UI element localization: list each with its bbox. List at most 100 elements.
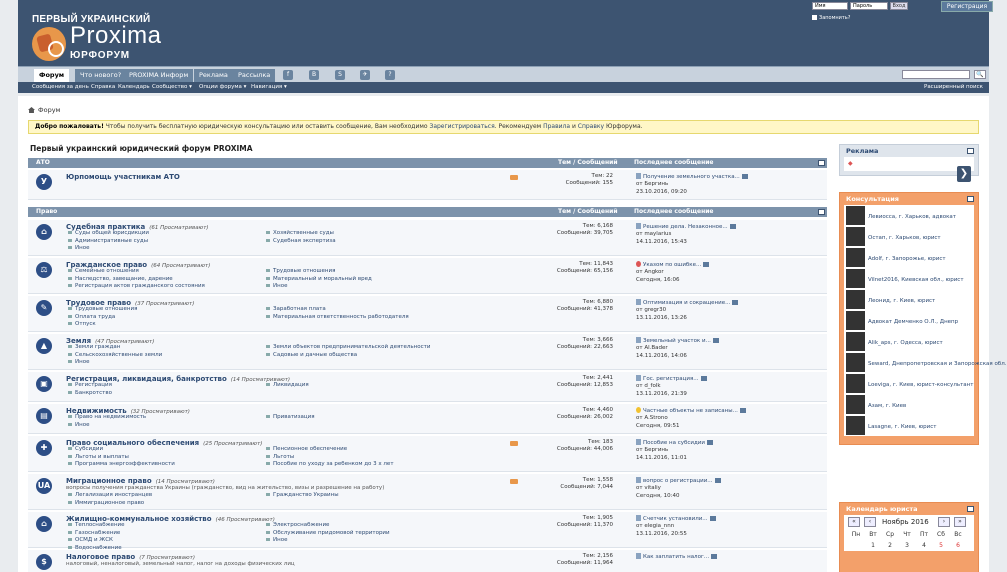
subforum-link[interactable]: Льготы: [266, 454, 294, 460]
subforum-link[interactable]: Приватизация: [266, 414, 315, 420]
go-to-post-icon[interactable]: [711, 553, 718, 559]
subforum-link[interactable]: Право на недвижимость: [68, 414, 146, 420]
subforum-link[interactable]: Регистрация: [68, 382, 112, 388]
help-link[interactable]: Справку: [578, 123, 604, 130]
subnav-help[interactable]: Справка: [91, 84, 115, 90]
go-to-post-icon[interactable]: [739, 407, 746, 413]
breadcrumb[interactable]: Форум: [28, 106, 60, 114]
help-icon[interactable]: ?: [385, 70, 395, 80]
subforum-link[interactable]: Иное: [266, 283, 287, 289]
avatar[interactable]: [846, 248, 865, 267]
subforum-link[interactable]: Административные суды: [68, 238, 148, 244]
consultant-item[interactable]: Adolf, г. Запорожье, юрист: [844, 247, 974, 268]
subforum-link[interactable]: Пенсионное обеспечение: [266, 446, 347, 452]
consultant-item[interactable]: Азам, г. Киев: [844, 394, 974, 415]
advanced-search-link[interactable]: Расширенный поиск: [924, 84, 983, 90]
username-input[interactable]: [812, 2, 848, 10]
subforum-link[interactable]: Электроснабжение: [266, 522, 329, 528]
collapse-icon[interactable]: [818, 160, 825, 166]
last-post-link[interactable]: Оптимизация и сокращение...: [636, 300, 730, 306]
sidebar-toggle-icon[interactable]: ❯: [957, 166, 971, 182]
remember-checkbox[interactable]: [812, 15, 817, 20]
calendar-prev-month-button[interactable]: ‹: [864, 517, 876, 527]
calendar-next-month-button[interactable]: ›: [938, 517, 950, 527]
avatar[interactable]: [846, 374, 865, 393]
register-button[interactable]: Регистрация: [941, 1, 993, 12]
skype-icon[interactable]: S: [335, 70, 345, 80]
subforum-link[interactable]: Субсидии: [68, 446, 103, 452]
last-post-author[interactable]: от d_folk: [636, 383, 707, 391]
tab-forum[interactable]: Форум: [34, 69, 71, 82]
subforum-link[interactable]: Регистрация актов гражданского состояния: [68, 283, 205, 289]
subnav-calendar[interactable]: Календарь: [118, 84, 150, 90]
last-post-author[interactable]: от gregr30: [636, 307, 738, 315]
last-post-author[interactable]: от A.Strono: [636, 415, 746, 423]
subforum-link[interactable]: Иное: [68, 245, 89, 251]
subforum-link[interactable]: Иное: [68, 359, 89, 365]
go-to-post-icon[interactable]: [732, 299, 739, 305]
last-post-link[interactable]: Земельный участок и...: [636, 338, 711, 344]
search-icon[interactable]: 🔍: [974, 70, 986, 79]
subforum-link[interactable]: Судебная экспертиза: [266, 238, 336, 244]
last-post-link[interactable]: Гос. регистрация...: [636, 376, 699, 382]
home-icon[interactable]: [28, 107, 35, 113]
telegram-icon[interactable]: ✈: [360, 70, 370, 80]
avatar[interactable]: [846, 395, 865, 414]
subforum-link[interactable]: Легализация иностранцев: [68, 492, 152, 498]
last-post-author[interactable]: от vitaliy: [636, 485, 721, 493]
subforum-link[interactable]: ОСМД и ЖСК: [68, 537, 113, 543]
calendar-prev-year-button[interactable]: «: [848, 517, 860, 527]
last-post-link[interactable]: Счетчик установили...: [636, 516, 708, 522]
subforum-link[interactable]: Садовые и дачные общества: [266, 352, 357, 358]
subnav-navigation[interactable]: Навигация ▾: [251, 84, 287, 90]
go-to-post-icon[interactable]: [741, 173, 748, 179]
register-link[interactable]: Зарегистрироваться: [429, 123, 494, 130]
subforum-link[interactable]: Семейные отношения: [68, 268, 139, 274]
vk-icon[interactable]: В: [309, 70, 319, 80]
subforum-link[interactable]: Отпуск: [68, 321, 96, 327]
go-to-post-icon[interactable]: [712, 337, 719, 343]
consultant-item[interactable]: Адвокат Демченко О.Л., Днепр: [844, 310, 974, 331]
collapse-icon[interactable]: [967, 506, 974, 512]
avatar[interactable]: [846, 332, 865, 351]
last-post-author[interactable]: от elegia_nnn: [636, 523, 716, 531]
tab-mailing[interactable]: Рассылка: [233, 69, 277, 82]
subforum-link[interactable]: Земли граждан: [68, 344, 120, 350]
subforum-link[interactable]: Наследство, завещание, дарение: [68, 276, 173, 282]
avatar[interactable]: [846, 269, 865, 288]
consultant-item[interactable]: Остап, г. Харьков, юрист: [844, 226, 974, 247]
last-post-author[interactable]: от Бергинь: [636, 447, 713, 455]
last-post-link[interactable]: Решение дела. Незаконное...: [636, 224, 728, 230]
go-to-post-icon[interactable]: [700, 375, 707, 381]
consultant-item[interactable]: Alik_aps, г. Одесса, юрист: [844, 331, 974, 352]
facebook-icon[interactable]: f: [283, 70, 293, 80]
last-post-author[interactable]: от Бергинь: [636, 181, 748, 189]
last-post-link[interactable]: Указом по ошибке...: [636, 262, 701, 268]
subforum-link[interactable]: Заработная плата: [266, 306, 326, 312]
avatar[interactable]: [846, 290, 865, 309]
last-post-link[interactable]: Частные объекты не записаны...: [636, 408, 738, 414]
consultant-item[interactable]: Loeviga, г. Киев, юрист-консультант: [844, 373, 974, 394]
tab-whats-new[interactable]: Что нового?: [75, 69, 128, 82]
subforum-link[interactable]: Суды общей юрисдикции: [68, 230, 149, 236]
subforum-link[interactable]: Хозяйственные суды: [266, 230, 334, 236]
collapse-icon[interactable]: [818, 209, 825, 215]
forum-title-link[interactable]: Миграционное право (14 Просматривают): [66, 477, 215, 485]
rules-link[interactable]: Правила: [543, 123, 570, 130]
last-post-link[interactable]: вопрос о регистрации...: [636, 478, 713, 484]
subforum-link[interactable]: Теплоснабжение: [68, 522, 125, 528]
last-post-author[interactable]: от Al.Bader: [636, 345, 719, 353]
calendar-day[interactable]: 4: [916, 542, 932, 549]
last-post-author[interactable]: от Angkor: [636, 269, 709, 277]
consultant-item[interactable]: Леонид, г. Киев, юрист: [844, 289, 974, 310]
go-to-post-icon[interactable]: [706, 439, 713, 445]
subforum-link[interactable]: Пособие по уходу за ребенком до 3 х лет: [266, 461, 394, 467]
rss-icon[interactable]: [510, 479, 518, 484]
subforum-link[interactable]: Банкротство: [68, 390, 112, 396]
subforum-link[interactable]: Земли объектов предпринимательской деяте…: [266, 344, 430, 350]
subforum-link[interactable]: Гражданство Украины: [266, 492, 339, 498]
rss-icon[interactable]: [510, 441, 518, 446]
avatar[interactable]: [846, 227, 865, 246]
rss-icon[interactable]: [510, 175, 518, 180]
site-logo[interactable]: ПЕРВЫЙ УКРАИНСКИЙ Proxima ЮРФОРУМ: [32, 14, 182, 64]
